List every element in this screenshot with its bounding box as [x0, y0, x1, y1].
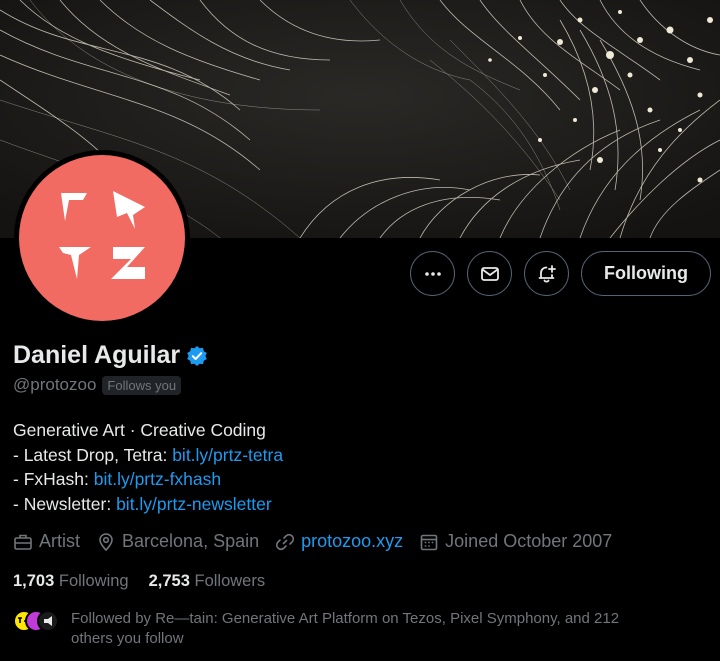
avatar-logo — [19, 155, 185, 321]
bio-link-fxhash[interactable]: bit.ly/prtz-fxhash — [94, 469, 221, 489]
meta-category-label: Artist — [39, 531, 81, 551]
profile-stats: 1,703 Following 2,753 Followers — [13, 572, 265, 591]
bio-line-prefix: - Latest Drop, Tetra: — [13, 444, 173, 465]
followed-by-text: Followed by Re—tain: Generative Art Plat… — [71, 609, 619, 649]
bell-plus-icon — [538, 264, 556, 283]
bio-line-prefix: - Newsletter: — [13, 493, 117, 514]
more-icon — [424, 271, 441, 276]
profile-name-row: Daniel Aguilar — [13, 341, 208, 370]
mutual-avatar — [37, 610, 59, 632]
message-button[interactable] — [467, 251, 513, 296]
mutual-avatars — [13, 610, 59, 632]
bio-line: - Latest Drop, Tetra: bit.ly/prtz-tetra — [13, 443, 283, 468]
bio-line: - FxHash: bit.ly/prtz-fxhash — [13, 467, 283, 492]
followers-count: 2,753 — [148, 572, 190, 590]
followed-by-line: Followed by Re—tain: Generative Art Plat… — [71, 610, 620, 627]
profile-handle-row: @protozoo Follows you — [13, 375, 182, 395]
calendar-icon — [420, 534, 438, 550]
meta-joined-label: Joined October 2007 — [445, 531, 613, 551]
bio-line-prefix: - FxHash: — [13, 469, 94, 489]
link-icon — [276, 533, 295, 550]
bio-line: - Newsletter: bit.ly/prtz-newsletter — [13, 492, 283, 517]
meta-location: Barcelona, Spain — [96, 531, 259, 552]
profile-bio: Generative Art · Creative Coding - Lates… — [13, 418, 283, 516]
bio-line: Generative Art · Creative Coding — [13, 420, 266, 440]
protozoo-logo-icon — [59, 191, 145, 279]
meta-website-link[interactable]: protozoo.xyz — [301, 531, 403, 552]
more-button[interactable] — [410, 251, 456, 296]
following-label: Following — [58, 572, 129, 590]
followers-label: Followers — [194, 572, 266, 590]
notifications-button[interactable] — [524, 251, 570, 296]
profile-name: Daniel Aguilar — [13, 341, 181, 369]
profile-handle: @protozoo — [13, 375, 97, 394]
bio-link-tetra[interactable]: bit.ly/prtz-tetra — [172, 445, 283, 465]
pixel-symphony-icon — [44, 616, 52, 626]
profile-actions: Following — [410, 251, 711, 296]
briefcase-icon — [14, 534, 32, 550]
location-pin-icon — [99, 532, 113, 551]
followers-stat[interactable]: 2,753 Followers — [149, 572, 266, 591]
meta-category: Artist — [13, 531, 80, 552]
meta-joined: Joined October 2007 — [419, 531, 612, 552]
following-button[interactable]: Following — [581, 251, 711, 296]
avatar[interactable] — [14, 150, 190, 326]
verified-badge-icon[interactable] — [186, 345, 208, 367]
bio-link-newsletter[interactable]: bit.ly/prtz-newsletter — [116, 494, 272, 514]
envelope-icon — [480, 266, 499, 281]
profile-meta: Artist Barcelona, Spain protozoo.xyz Joi… — [13, 531, 612, 552]
following-count: 1,703 — [13, 572, 55, 590]
follows-you-badge: Follows you — [102, 375, 182, 395]
following-stat[interactable]: 1,703 Following — [13, 572, 129, 591]
followed-by[interactable]: Followed by Re—tain: Generative Art Plat… — [13, 609, 619, 649]
meta-website[interactable]: protozoo.xyz — [275, 531, 403, 552]
meta-location-label: Barcelona, Spain — [122, 531, 260, 551]
followed-by-line: others you follow — [71, 630, 184, 647]
